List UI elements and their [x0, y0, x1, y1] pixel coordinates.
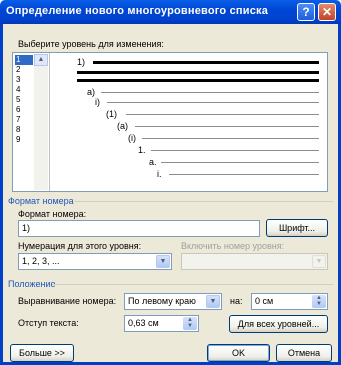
- preview-line: [135, 126, 319, 127]
- preview-line: [161, 162, 319, 163]
- window-title: Определение нового многоуровневого списк…: [6, 5, 269, 17]
- align-value: По левому краю: [128, 296, 196, 306]
- preview-marker: a.: [149, 157, 157, 167]
- level-list[interactable]: 1 2 3 4 5 6 7 8 9 ▲: [13, 53, 50, 191]
- align-select[interactable]: По левому краю ▼: [124, 293, 222, 310]
- cancel-button[interactable]: Отмена: [276, 344, 332, 362]
- preview-marker: (i): [128, 133, 136, 143]
- scroll-up-icon[interactable]: ▲: [34, 54, 48, 66]
- group-divider: [74, 201, 333, 202]
- spin-arrows-icon[interactable]: ▲ ▼: [312, 295, 326, 308]
- format-label: Формат номера:: [18, 209, 87, 219]
- numbering-style-value: 1, 2, 3, ...: [22, 256, 60, 266]
- preview-marker: i): [95, 97, 100, 107]
- level-item[interactable]: 7: [15, 115, 33, 125]
- preview-line: [142, 138, 319, 139]
- preview-line: [126, 114, 319, 115]
- title-bar[interactable]: Определение нового многоуровневого списк…: [0, 0, 341, 24]
- include-level-label: Включить номер уровня:: [181, 241, 285, 251]
- chevron-down-icon: ▼: [312, 255, 326, 268]
- indent-value: 0,63 см: [128, 318, 159, 328]
- level-item[interactable]: 4: [15, 85, 33, 95]
- at-spin-field[interactable]: 0 см ▲ ▼: [251, 293, 328, 310]
- preview-line: [107, 102, 319, 103]
- preview-marker: (a): [117, 121, 128, 131]
- preview-line: [101, 92, 319, 93]
- group-divider: [52, 284, 333, 285]
- numbering-style-select[interactable]: 1, 2, 3, ... ▼: [18, 253, 172, 270]
- number-format-group-title: Формат номера: [8, 196, 74, 206]
- indent-spin-field[interactable]: 0,63 см ▲ ▼: [124, 315, 199, 332]
- include-level-select: ▼: [181, 253, 328, 270]
- preview-line: [77, 71, 319, 74]
- preview-marker: а): [87, 87, 96, 97]
- level-item[interactable]: 3: [15, 75, 33, 85]
- preview-line: [169, 174, 319, 175]
- chevron-down-icon[interactable]: ▼: [206, 295, 220, 308]
- level-item[interactable]: 5: [15, 95, 33, 105]
- levels-label: Выберите уровень для изменения:: [18, 39, 164, 49]
- more-button[interactable]: Больше >>: [10, 344, 74, 362]
- level-item[interactable]: 8: [15, 125, 33, 135]
- chevron-down-icon[interactable]: ▼: [156, 255, 170, 268]
- levels-preview-panel: 1 2 3 4 5 6 7 8 9 ▲ 1) а) i) (1) (a) (i)…: [12, 52, 328, 192]
- level-item[interactable]: 1: [15, 55, 33, 65]
- number-format-input[interactable]: 1): [18, 220, 260, 237]
- preview-marker: i.: [157, 169, 162, 179]
- at-label: на:: [230, 296, 243, 306]
- indent-label: Отступ текста:: [18, 318, 79, 328]
- preview-line: [151, 150, 319, 151]
- level-scrollbar[interactable]: ▲: [34, 54, 48, 190]
- position-group-title: Положение: [8, 279, 56, 289]
- ok-button[interactable]: OK: [207, 344, 270, 362]
- preview-marker: 1): [77, 57, 86, 67]
- font-button[interactable]: Шрифт...: [266, 219, 328, 237]
- preview-marker: (1): [106, 109, 117, 119]
- numbering-label: Нумерация для этого уровня:: [18, 241, 142, 251]
- close-button[interactable]: ✕: [318, 3, 336, 21]
- all-levels-button[interactable]: Для всех уровней...: [229, 315, 328, 333]
- preview-line: [93, 61, 319, 64]
- align-label: Выравнивание номера:: [18, 296, 117, 306]
- preview-marker: 1.: [138, 145, 146, 155]
- level-item[interactable]: 9: [15, 135, 33, 145]
- preview-line: [77, 79, 319, 82]
- spin-arrows-icon[interactable]: ▲ ▼: [183, 317, 197, 330]
- help-button[interactable]: ?: [297, 3, 315, 21]
- level-item[interactable]: 6: [15, 105, 33, 115]
- at-value: 0 см: [255, 296, 274, 306]
- level-item[interactable]: 2: [15, 65, 33, 75]
